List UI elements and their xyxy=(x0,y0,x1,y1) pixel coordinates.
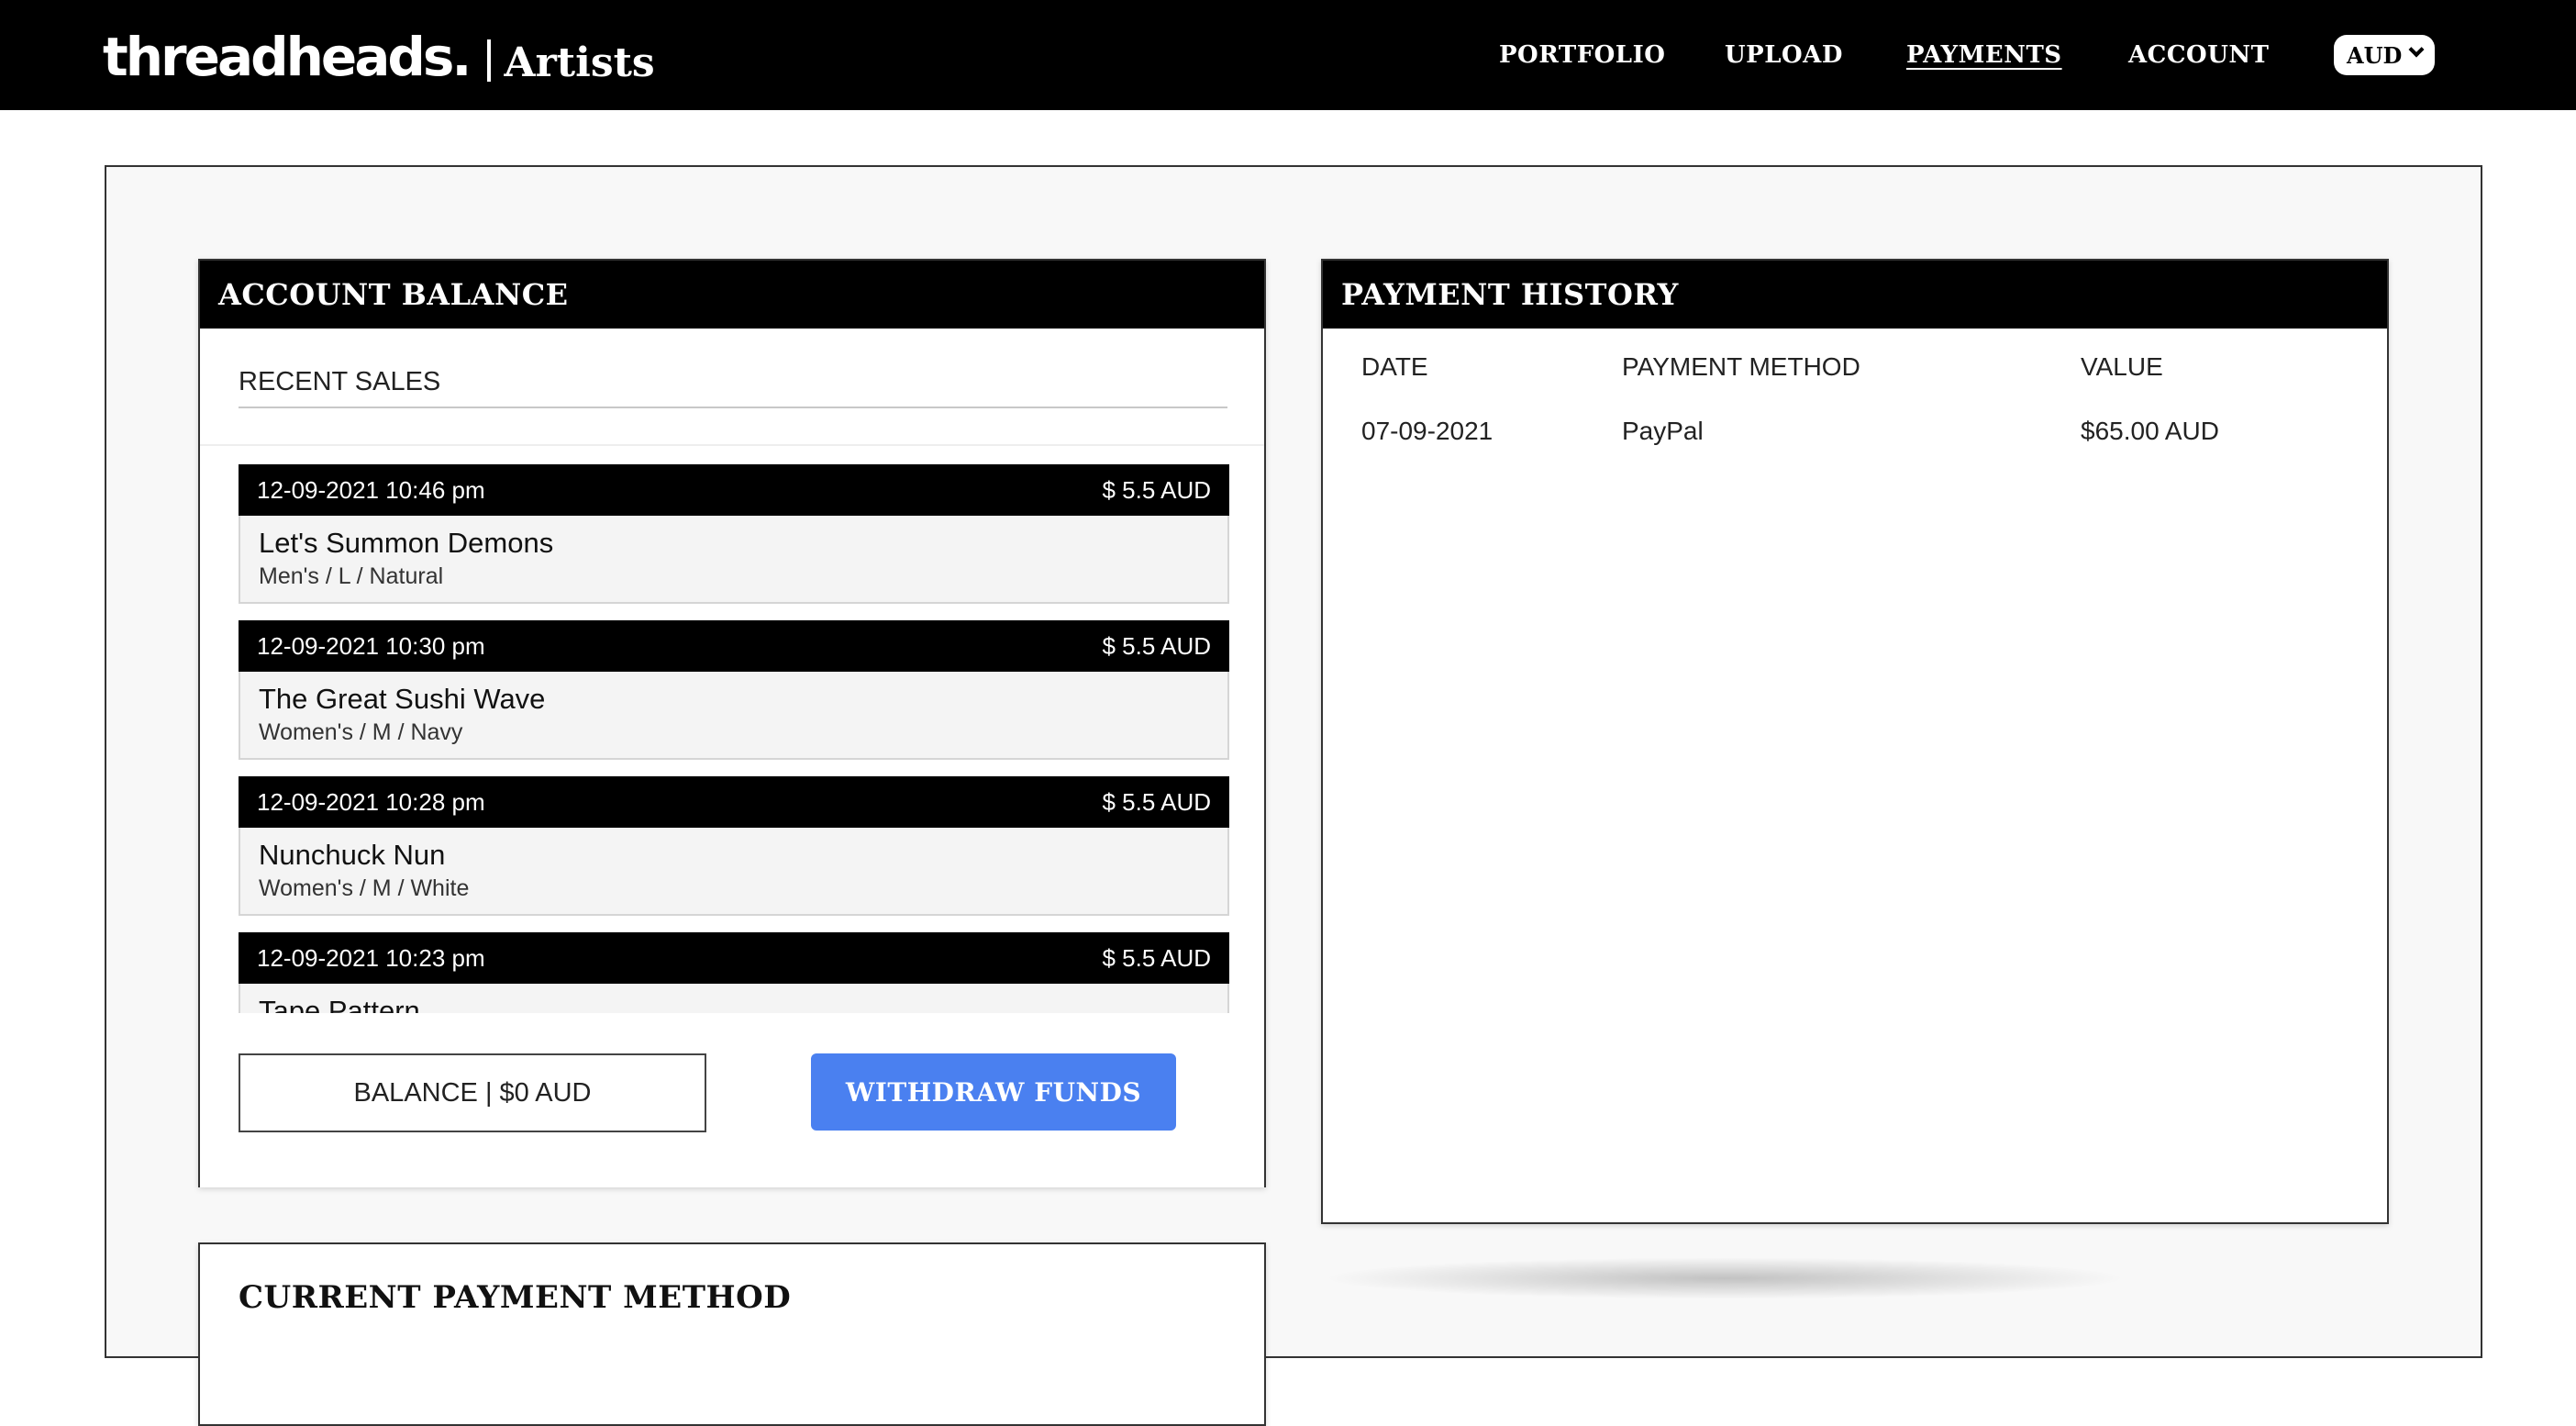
column-header-value: VALUE xyxy=(2081,352,2163,381)
divider xyxy=(200,444,1264,446)
logo-subtitle: Artists xyxy=(504,39,655,86)
nav-upload[interactable]: UPLOAD xyxy=(1725,41,1843,69)
sale-amount: $ 5.5 AUD xyxy=(1102,787,1211,816)
sale-datetime: 12-09-2021 10:23 pm xyxy=(257,943,485,972)
logo-divider xyxy=(487,39,492,82)
currency-value: AUD xyxy=(2347,41,2403,69)
sale-item: 12-09-2021 10:30 pm $ 5.5 AUD The Great … xyxy=(239,620,1229,776)
sale-header: 12-09-2021 10:30 pm $ 5.5 AUD xyxy=(239,620,1229,672)
payment-value: $65.00 AUD xyxy=(2081,417,2219,445)
balance-footer: BALANCE | $0 AUD WITHDRAW FUNDS xyxy=(200,1013,1264,1187)
sale-datetime: 12-09-2021 10:28 pm xyxy=(257,787,485,816)
nav-portfolio[interactable]: PORTFOLIO xyxy=(1499,41,1665,69)
sale-datetime: 12-09-2021 10:30 pm xyxy=(257,631,485,660)
current-payment-method-card: CURRENT PAYMENT METHOD xyxy=(198,1242,1266,1426)
sale-amount: $ 5.5 AUD xyxy=(1102,631,1211,660)
nav-payments[interactable]: PAYMENTS xyxy=(1906,41,2062,69)
sale-amount: $ 5.5 AUD xyxy=(1102,943,1211,972)
sale-amount: $ 5.5 AUD xyxy=(1102,475,1211,504)
sale-header: 12-09-2021 10:46 pm $ 5.5 AUD xyxy=(239,464,1229,516)
sale-title: Let's Summon Demons xyxy=(259,527,554,559)
table-header-row: DATE PAYMENT METHOD VALUE xyxy=(1361,352,2352,417)
logo-brand: threadheads. xyxy=(103,26,472,88)
column-header-method: PAYMENT METHOD xyxy=(1622,352,1860,381)
balance-display: BALANCE | $0 AUD xyxy=(239,1053,706,1132)
logo[interactable]: threadheads. Artists xyxy=(103,26,655,88)
sale-item: 12-09-2021 10:28 pm $ 5.5 AUD Nunchuck N… xyxy=(239,776,1229,932)
nav-account[interactable]: ACCOUNT xyxy=(2128,41,2270,69)
sale-title: The Great Sushi Wave xyxy=(259,683,546,715)
sale-datetime: 12-09-2021 10:46 pm xyxy=(257,475,485,504)
sale-body: Nunchuck Nun Women's / M / White xyxy=(239,828,1229,916)
current-payment-method-title: CURRENT PAYMENT METHOD xyxy=(239,1279,792,1316)
sale-body: The Great Sushi Wave Women's / M / Navy xyxy=(239,672,1229,760)
sale-header: 12-09-2021 10:23 pm $ 5.5 AUD xyxy=(239,932,1229,984)
sale-meta: Women's / M / White xyxy=(259,875,470,901)
table-row: 07-09-2021 PayPal $65.00 AUD xyxy=(1361,417,2352,481)
payment-method: PayPal xyxy=(1622,417,1704,445)
payment-history-title: PAYMENT HISTORY xyxy=(1323,261,2387,329)
payment-history-table: DATE PAYMENT METHOD VALUE 07-09-2021 Pay… xyxy=(1361,352,2352,481)
drop-shadow xyxy=(1321,1257,2128,1299)
payment-date: 07-09-2021 xyxy=(1361,417,1493,445)
sale-header: 12-09-2021 10:28 pm $ 5.5 AUD xyxy=(239,776,1229,828)
column-header-date: DATE xyxy=(1361,352,1428,381)
account-balance-card: ACCOUNT BALANCE RECENT SALES 12-09-2021 … xyxy=(198,259,1266,1187)
recent-sales-title: RECENT SALES xyxy=(239,367,1227,408)
sale-title: Nunchuck Nun xyxy=(259,839,446,871)
withdraw-funds-button[interactable]: WITHDRAW FUNDS xyxy=(811,1053,1176,1131)
payment-history-card: PAYMENT HISTORY DATE PAYMENT METHOD VALU… xyxy=(1321,259,2389,1224)
chevron-down-icon xyxy=(2408,41,2425,58)
top-navigation-bar: threadheads. Artists PORTFOLIO UPLOAD PA… xyxy=(0,0,2576,110)
sale-body: Let's Summon Demons Men's / L / Natural xyxy=(239,516,1229,604)
currency-select[interactable]: AUD xyxy=(2334,35,2435,75)
sale-item: 12-09-2021 10:46 pm $ 5.5 AUD Let's Summ… xyxy=(239,464,1229,620)
sale-meta: Women's / M / Navy xyxy=(259,719,463,745)
sale-meta: Men's / L / Natural xyxy=(259,563,444,589)
account-balance-title: ACCOUNT BALANCE xyxy=(200,261,1264,329)
